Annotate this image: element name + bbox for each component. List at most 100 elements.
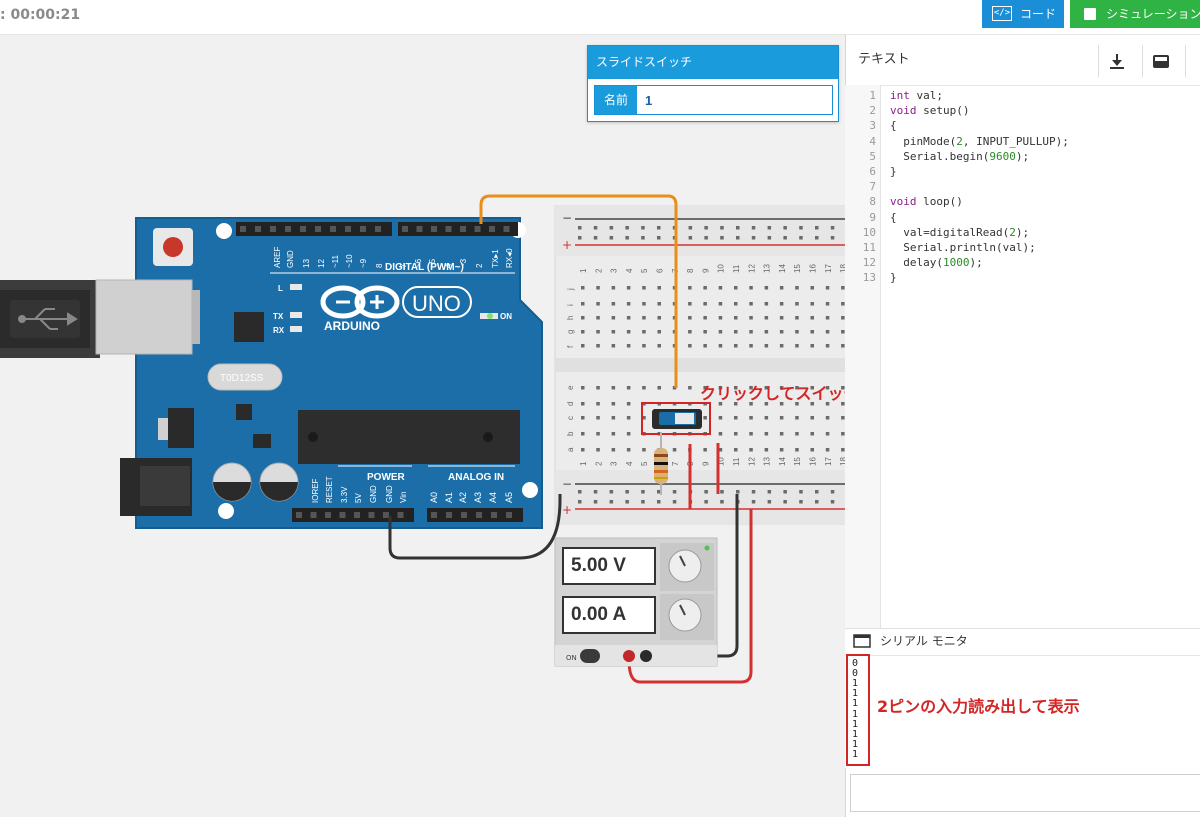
inspector-title: スライドスイッチ (588, 46, 838, 79)
breadboard-hole (625, 226, 629, 230)
breadboard-label: 6 (656, 268, 665, 273)
breadboard-label: j (566, 288, 575, 291)
header-hole (310, 512, 317, 518)
breadboard-hole (596, 416, 600, 420)
breadboard-hole (641, 500, 645, 504)
psu-positive-terminal[interactable] (623, 650, 635, 662)
serial-send-input[interactable] (850, 774, 1200, 812)
uno-model-text: UNO (412, 291, 461, 316)
line-number: 2 (869, 104, 876, 118)
code-line: pinMode(2, INPUT_PULLUP); (890, 134, 1069, 148)
on-led-label: ON (500, 312, 512, 321)
psu-power-switch[interactable] (580, 649, 600, 663)
more-button[interactable] (1185, 45, 1200, 77)
breadboard-hole (764, 316, 769, 320)
breadboard-hole (767, 490, 772, 494)
breadboard-hole (657, 316, 661, 320)
header-hole (431, 226, 437, 232)
breadboard-hole (795, 416, 799, 420)
breadboard-hole (749, 330, 753, 334)
header-hole (506, 512, 512, 518)
breadboard-hole (799, 490, 803, 494)
breadboard-hole (611, 402, 616, 406)
breadboard-hole (783, 236, 787, 240)
breadboard[interactable]: − + − + jihgfedcba1122334455667788991010… (554, 205, 845, 525)
breadboard-label: 12 (747, 457, 756, 466)
breadboard-hole (720, 226, 724, 230)
breadboard-hole (779, 432, 784, 436)
breadboard-hole (626, 416, 631, 420)
header-hole (503, 226, 510, 232)
breadboard-label: 12 (747, 264, 756, 273)
pin-label: ~9 (359, 258, 368, 268)
breadboard-hole (703, 316, 707, 320)
breadboard-hole (688, 226, 693, 230)
breadboard-hole (626, 386, 631, 390)
psu-on-label: ON (566, 654, 577, 662)
breadboard-label: 1 (579, 268, 588, 273)
header-hole (255, 226, 261, 232)
breadboard-hole (581, 344, 585, 348)
breadboard-hole (581, 316, 585, 320)
library-button[interactable] (1142, 45, 1178, 77)
breadboard-hole (825, 448, 830, 452)
breadboard-hole (720, 500, 724, 504)
component-name-input[interactable] (639, 86, 829, 114)
rail-plus-label: + (562, 238, 572, 252)
breadboard-hole (825, 330, 830, 334)
pin-label: ~11 (331, 254, 340, 268)
code-editor[interactable] (845, 85, 1200, 631)
breadboard-label: 16 (809, 457, 818, 466)
breadboard-label: 16 (809, 264, 818, 273)
breadboard-label: e (566, 385, 575, 390)
download-button[interactable] (1098, 45, 1134, 77)
breadboard-hole (799, 236, 803, 240)
breadboard-hole (672, 500, 677, 504)
breadboard-hole (642, 344, 646, 348)
breadboard-hole (609, 490, 614, 494)
breadboard-hole (596, 386, 600, 390)
breadboard-hole (593, 490, 598, 494)
breadboard-hole (718, 432, 723, 436)
breadboard-hole (767, 236, 772, 240)
code-line: { (890, 210, 897, 224)
breadboard-hole (703, 302, 707, 306)
breadboard-hole (764, 448, 769, 452)
psu-negative-terminal[interactable] (640, 650, 652, 662)
breadboard-hole (799, 226, 803, 230)
current-readout: 0.00 A (562, 596, 656, 634)
breadboard-hole (596, 448, 600, 452)
breadboard-hole (734, 316, 738, 320)
code-mode-title: テキスト (858, 52, 910, 67)
code-button[interactable]: </> コード (982, 0, 1064, 28)
serial-annotation: 2ピンの入力読み出して表示 (877, 697, 1080, 716)
header-hole (474, 226, 481, 232)
simulation-button[interactable]: シミュレーション (1070, 0, 1200, 28)
code-line: } (890, 165, 897, 178)
breadboard-hole (593, 236, 598, 240)
pin-label: TX▸1 (491, 249, 500, 268)
breadboard-hole (703, 330, 707, 334)
circuit-drawing[interactable]: AREF GND 13 12 ~11 ~10 ~9 8 7 ~6 ~5 4 ~3 2 TX▸1 RX◂0 DI… (0, 0, 845, 817)
breadboard-hole (626, 316, 631, 320)
breadboard-hole (734, 302, 738, 306)
arduino-uno-board[interactable]: AREF GND 13 12 ~11 ~10 ~9 8 7 ~6 ~5 4 ~3 2 TX▸1 RX◂0 DI… (95, 217, 543, 529)
breadboard-hole (703, 448, 707, 452)
breadboard-hole (657, 490, 661, 494)
breadboard-hole (581, 402, 585, 406)
breadboard-hole (641, 226, 645, 230)
code-button-label: コード (1020, 7, 1057, 21)
breadboard-hole (718, 416, 723, 420)
line-number: 1 (869, 89, 876, 102)
breadboard-hole (779, 448, 784, 452)
breadboard-hole (779, 316, 784, 320)
breadboard-hole (734, 432, 738, 436)
breadboard-label: 9 (701, 461, 710, 466)
code-line: void loop() (890, 195, 963, 209)
breadboard-hole (611, 344, 616, 348)
mounting-hole (218, 503, 234, 519)
breadboard-hole (657, 286, 661, 290)
pin-label: A2 (458, 492, 468, 503)
rail-minus-label-bottom: − (562, 477, 572, 491)
breadboard-hole (767, 500, 772, 504)
